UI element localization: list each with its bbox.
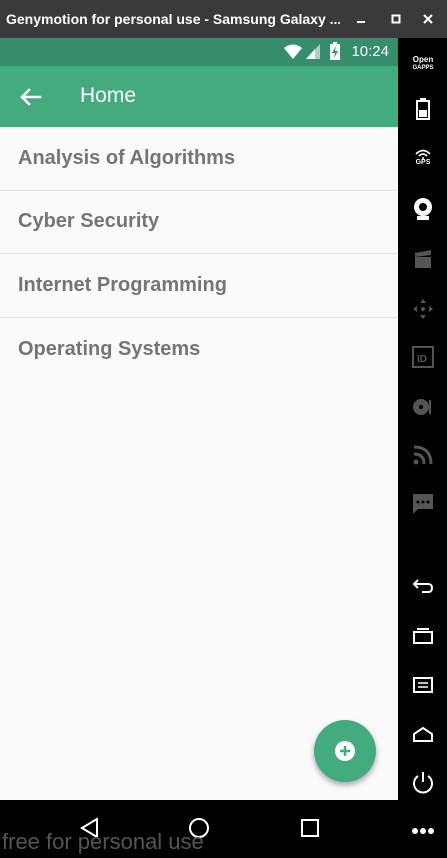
app-bar: Home: [0, 66, 398, 127]
opengapps-button[interactable]: Open GAPPS: [408, 52, 438, 76]
back-icon[interactable]: [410, 573, 436, 599]
menu-icon[interactable]: [410, 672, 436, 698]
genymotion-toolbar: Open GAPPS GPS ID: [398, 38, 447, 858]
status-time: 10:24: [351, 43, 389, 60]
topic-list: Analysis of Algorithms Cyber Security In…: [0, 127, 398, 381]
rss-icon[interactable]: [410, 442, 436, 468]
list-item[interactable]: Cyber Security: [0, 191, 398, 254]
window-title-bar: Genymotion for personal use - Samsung Ga…: [0, 0, 447, 38]
opengapps-label-line2: GAPPS: [412, 65, 434, 71]
device-screen: 10:24 Home Analysis of Algorithms Cyber …: [0, 38, 398, 800]
more-icon[interactable]: [410, 818, 436, 844]
signal-icon: [306, 44, 320, 59]
add-circle-icon: [335, 741, 355, 761]
watermark: free for personal use: [2, 829, 204, 854]
capture-icon[interactable]: [410, 246, 436, 272]
recent-apps-icon[interactable]: [410, 622, 436, 648]
svg-text:ID: ID: [417, 354, 427, 365]
close-icon[interactable]: [418, 9, 438, 29]
battery-icon[interactable]: [410, 96, 436, 122]
gps-label: GPS: [415, 158, 431, 166]
list-item-label: Internet Programming: [18, 273, 227, 296]
minimize-icon[interactable]: [351, 9, 371, 29]
id-icon[interactable]: ID: [410, 344, 436, 370]
window-title: Genymotion for personal use - Samsung Ga…: [6, 11, 340, 27]
add-button[interactable]: [314, 720, 376, 782]
battery-charging-icon: [330, 42, 340, 60]
list-item[interactable]: Operating Systems: [0, 318, 398, 382]
recents-square-icon[interactable]: [298, 816, 322, 840]
list-item[interactable]: Internet Programming: [0, 254, 398, 318]
opengapps-label-line1: Open: [412, 55, 434, 64]
list-item-label: Analysis of Algorithms: [18, 146, 236, 169]
dpad-icon[interactable]: [410, 296, 436, 322]
wifi-icon: [284, 44, 302, 59]
list-item-label: Operating Systems: [18, 337, 201, 360]
power-icon[interactable]: [410, 770, 436, 796]
sms-icon[interactable]: [410, 491, 436, 517]
gps-icon[interactable]: GPS: [410, 144, 436, 170]
arrow-back-icon[interactable]: [16, 82, 46, 112]
maximize-icon[interactable]: [386, 9, 406, 29]
disk-icon[interactable]: [410, 394, 436, 420]
page-title: Home: [80, 84, 137, 107]
list-item[interactable]: Analysis of Algorithms: [0, 127, 398, 191]
status-bar: 10:24: [0, 38, 398, 66]
webcam-icon[interactable]: [410, 196, 436, 222]
list-item-label: Cyber Security: [18, 210, 160, 233]
home-icon[interactable]: [410, 722, 436, 748]
